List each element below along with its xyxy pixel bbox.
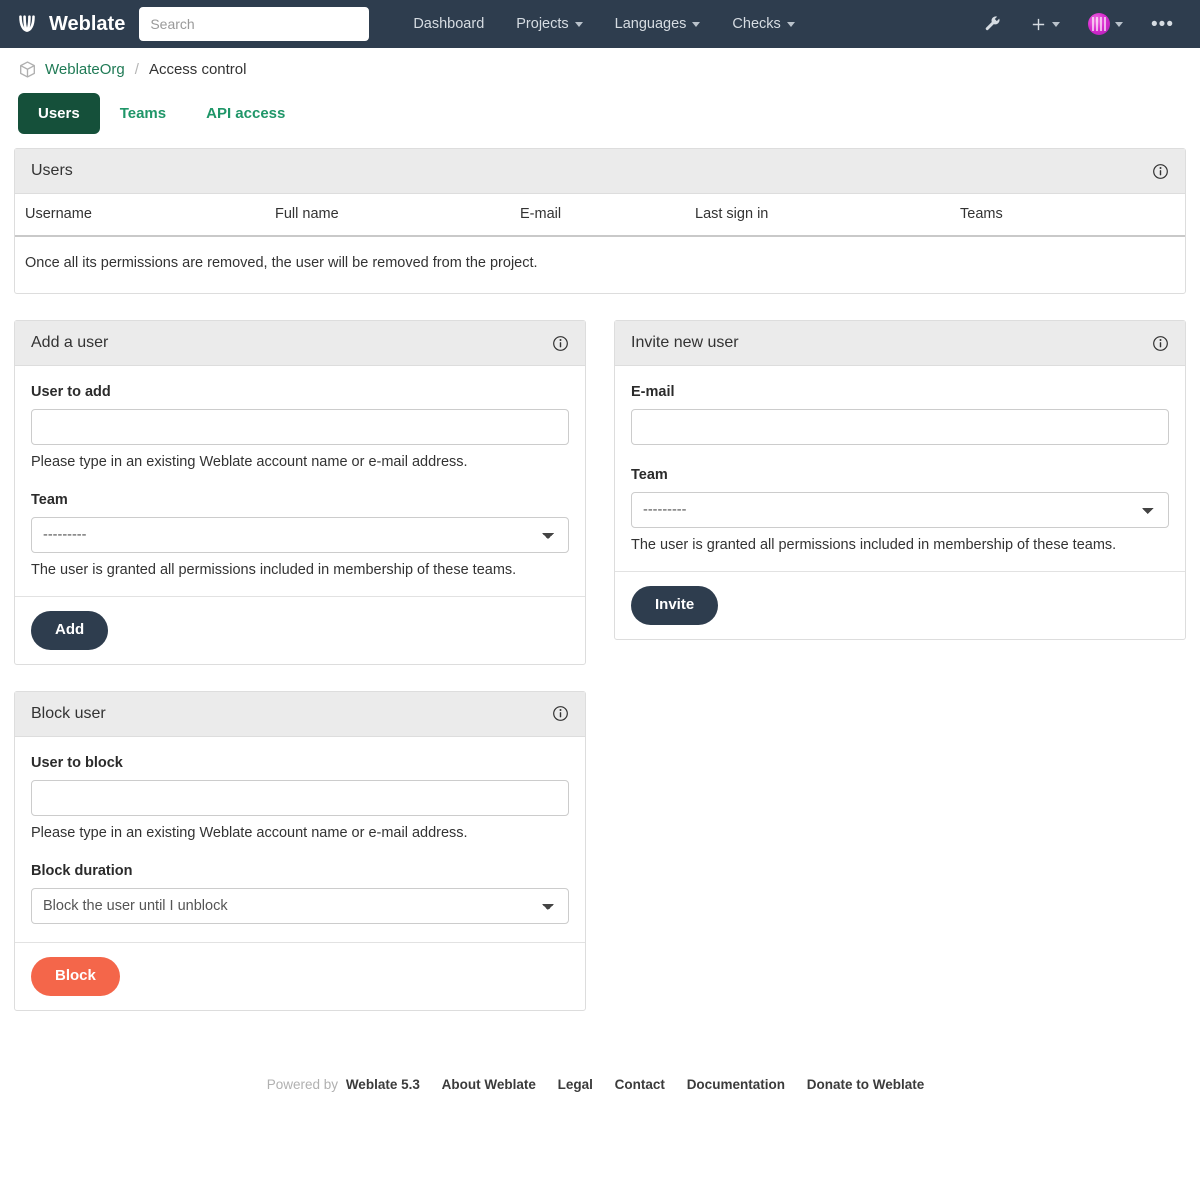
footer-link-about[interactable]: About Weblate	[442, 1077, 536, 1092]
column-header-email[interactable]: E-mail	[510, 194, 685, 237]
tab-api-access[interactable]: API access	[186, 93, 305, 134]
users-panel-header: Users	[15, 149, 1185, 194]
top-navbar: Weblate Dashboard Projects Languages Che…	[0, 0, 1200, 48]
users-table: Username Full name E-mail Last sign in T…	[15, 194, 1185, 293]
invite-user-panel-footer: Invite	[615, 571, 1185, 639]
block-duration-select[interactable]: Block the user until I unblock	[31, 887, 569, 924]
tab-users[interactable]: Users	[18, 93, 100, 134]
add-user-form: User to add Please type in an existing W…	[15, 366, 585, 596]
panel-title: Block user	[31, 704, 106, 722]
weblate-logo-icon	[14, 11, 40, 37]
breadcrumb-project-link[interactable]: WeblateOrg	[45, 61, 125, 78]
info-circle-icon[interactable]	[552, 705, 569, 722]
powered-by-label: Powered by	[266, 1076, 339, 1092]
block-user-panel-header: Block user	[15, 691, 585, 737]
navbar-actions: •••	[970, 0, 1188, 48]
breadcrumb-current: Access control	[148, 61, 247, 78]
avatar	[1088, 13, 1111, 35]
page-footer: Powered by Weblate 5.3 About Weblate Leg…	[0, 1037, 1200, 1116]
footer-link-donate[interactable]: Donate to Weblate	[807, 1077, 925, 1092]
chevron-down-icon	[1115, 21, 1124, 27]
column-header-last-sign-in[interactable]: Last sign in	[685, 194, 950, 237]
invite-team-select[interactable]: ---------	[631, 492, 1169, 528]
nav-item-languages[interactable]: Languages	[599, 8, 717, 40]
user-to-add-input[interactable]	[31, 409, 569, 445]
invite-email-label: E-mail	[631, 384, 675, 400]
nav-item-label: Languages	[614, 16, 687, 32]
footer-link-weblate-version[interactable]: Weblate 5.3	[346, 1077, 420, 1092]
add-user-team-select[interactable]: ---------	[31, 517, 569, 553]
breadcrumb: WeblateOrg / Access control	[0, 48, 1200, 87]
invite-user-panel-header: Invite new user	[615, 321, 1185, 366]
right-column: Invite new user E-mail Team --------- Th…	[614, 320, 1186, 666]
chevron-down-icon	[1052, 21, 1061, 27]
tools-menu-button[interactable]	[970, 7, 1016, 41]
footer-link-documentation[interactable]: Documentation	[687, 1077, 785, 1092]
column-header-teams[interactable]: Teams	[950, 194, 1185, 237]
table-row: Once all its permissions are removed, th…	[15, 236, 1185, 293]
nav-item-label: Checks	[732, 16, 781, 32]
block-user-form: User to block Please type in an existing…	[15, 737, 585, 942]
main-content: Users Username Full name E-mail Last sig…	[0, 148, 1200, 1037]
nav-item-projects[interactable]: Projects	[500, 8, 598, 40]
add-user-panel-header: Add a user	[15, 321, 585, 366]
column-header-full-name[interactable]: Full name	[265, 194, 510, 237]
add-user-team-help: The user is granted all permissions incl…	[31, 562, 517, 578]
invite-user-panel: Invite new user E-mail Team --------- Th…	[614, 320, 1186, 640]
add-user-panel-footer: Add	[15, 596, 585, 664]
nav-item-label: Dashboard	[413, 16, 485, 32]
ellipsis-icon: •••	[1151, 13, 1174, 35]
footer-link-legal[interactable]: Legal	[558, 1077, 593, 1092]
more-menu-button[interactable]: •••	[1137, 7, 1188, 42]
panel-title: Users	[31, 162, 73, 179]
brand-label: Weblate	[49, 12, 126, 35]
breadcrumb-separator: /	[134, 61, 139, 78]
info-circle-icon[interactable]	[1152, 163, 1169, 180]
add-user-team-label: Team	[31, 492, 68, 508]
add-menu-button[interactable]	[1016, 8, 1074, 41]
invite-button[interactable]: Invite	[631, 586, 719, 625]
block-user-panel: Block user User to block Please type in …	[14, 690, 586, 1011]
left-column: Add a user User to add Please type in an…	[14, 320, 586, 1037]
cube-icon	[20, 61, 35, 78]
user-to-add-label: User to add	[31, 384, 111, 400]
nav-item-label: Projects	[516, 16, 569, 32]
info-circle-icon[interactable]	[1152, 335, 1169, 352]
footer-link-contact[interactable]: Contact	[615, 1077, 665, 1092]
column-header-username[interactable]: Username	[15, 194, 265, 237]
panel-title: Invite new user	[631, 334, 739, 351]
invite-email-input[interactable]	[631, 409, 1169, 445]
invite-team-label: Team	[631, 467, 668, 483]
users-panel: Users Username Full name E-mail Last sig…	[14, 148, 1186, 294]
primary-nav: Dashboard Projects Languages Checks	[397, 8, 810, 40]
info-circle-icon[interactable]	[552, 335, 569, 352]
chevron-down-icon	[574, 21, 583, 27]
wrench-icon	[985, 16, 1000, 31]
panel-title: Add a user	[31, 334, 109, 351]
nav-item-checks[interactable]: Checks	[716, 8, 810, 40]
add-button[interactable]: Add	[31, 611, 109, 650]
add-user-panel: Add a user User to add Please type in an…	[14, 320, 586, 665]
chevron-down-icon	[692, 21, 701, 27]
brand-home-link[interactable]: Weblate	[14, 11, 125, 37]
block-duration-label: Block duration	[31, 862, 133, 879]
forms-row: Add a user User to add Please type in an…	[14, 320, 1186, 1037]
user-menu-button[interactable]	[1074, 5, 1137, 43]
invite-team-help: The user is granted all permissions incl…	[631, 537, 1117, 553]
block-user-panel-footer: Block	[15, 941, 585, 1010]
nav-item-dashboard[interactable]: Dashboard	[397, 8, 500, 40]
plus-icon	[1032, 18, 1045, 30]
user-to-block-help: Please type in an existing Weblate accou…	[31, 824, 468, 841]
page-tabs: Users Teams API access	[0, 87, 1200, 134]
search-input[interactable]	[139, 7, 370, 41]
user-to-block-input[interactable]	[31, 779, 569, 816]
invite-user-form: E-mail Team --------- The user is grante…	[615, 366, 1185, 571]
tab-teams[interactable]: Teams	[100, 93, 186, 134]
block-button[interactable]: Block	[31, 956, 120, 996]
user-to-block-label: User to block	[31, 754, 123, 771]
chevron-down-icon	[786, 21, 795, 27]
users-empty-message: Once all its permissions are removed, th…	[25, 255, 538, 271]
table-header-row: Username Full name E-mail Last sign in T…	[15, 194, 1185, 237]
user-to-add-help: Please type in an existing Weblate accou…	[31, 454, 468, 470]
